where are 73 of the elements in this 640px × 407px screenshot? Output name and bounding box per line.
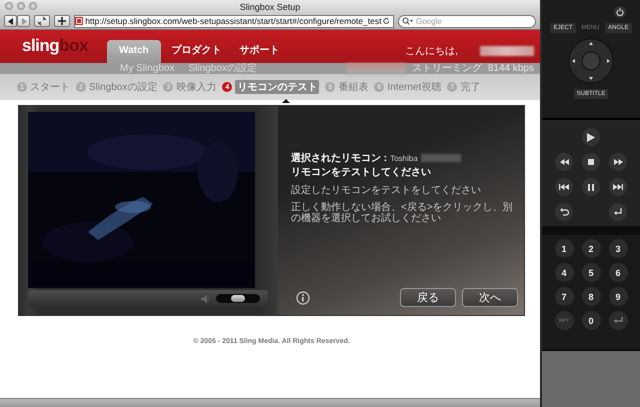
keypad-button[interactable]: 8 bbox=[582, 287, 600, 306]
nav-tab[interactable]: プロダクト bbox=[164, 39, 229, 63]
rewind-icon bbox=[560, 159, 568, 165]
step-label: Internet視聴 bbox=[387, 80, 442, 94]
next-button[interactable]: 次へ bbox=[462, 288, 518, 307]
step-label: 映像入力 bbox=[176, 80, 216, 94]
pause-icon bbox=[588, 184, 594, 190]
back-button[interactable]: 戻る bbox=[400, 288, 456, 307]
play-button[interactable] bbox=[582, 128, 600, 146]
volume-slider[interactable] bbox=[216, 294, 260, 303]
streaming-label: ストリーミング bbox=[412, 63, 482, 74]
add-bookmark-button[interactable] bbox=[54, 15, 70, 27]
reload-icon[interactable] bbox=[383, 17, 390, 25]
keypad-button[interactable]: 1 bbox=[554, 239, 574, 258]
skip-forward-icon bbox=[613, 184, 623, 190]
fast-forward-icon bbox=[614, 159, 622, 165]
power-icon bbox=[616, 8, 624, 16]
step-label: 完了 bbox=[460, 80, 480, 94]
keypad-button[interactable]: 6 bbox=[608, 263, 628, 282]
link-button[interactable] bbox=[34, 15, 50, 27]
stop-icon bbox=[588, 159, 594, 165]
back-arrow-icon bbox=[560, 208, 568, 216]
enter-button[interactable] bbox=[608, 311, 628, 330]
greeting: こんにちは, bbox=[405, 45, 458, 58]
nav-tab[interactable]: サポート bbox=[232, 39, 287, 63]
redacted-model bbox=[420, 154, 461, 162]
rewind-button[interactable] bbox=[555, 153, 573, 171]
instruction-text: 設定したリモコンをテストをしてください bbox=[291, 185, 482, 196]
search-field[interactable]: Google bbox=[398, 14, 536, 28]
site-icon bbox=[75, 16, 84, 26]
back-button[interactable] bbox=[555, 203, 573, 221]
step-label: 番組表 bbox=[338, 80, 368, 94]
speaker-icon bbox=[201, 294, 210, 302]
logo: slingbox bbox=[22, 36, 90, 56]
forward-button[interactable] bbox=[17, 15, 30, 27]
instruction-text: 正しく動作しない場合、<戻る>をクリックし、別の機器を選択してお試しください bbox=[291, 202, 514, 224]
right-arrow-icon bbox=[20, 18, 26, 24]
remote-label: 選択されたリモコン : bbox=[291, 152, 388, 165]
stop-button[interactable] bbox=[582, 153, 600, 171]
heading: リモコンをテストしてください bbox=[291, 166, 432, 179]
keypad-button[interactable]: 0 bbox=[582, 311, 600, 330]
keypad-button[interactable]: 7 bbox=[554, 287, 574, 306]
previous-button[interactable] bbox=[555, 178, 573, 196]
step-label: リモコンのテスト bbox=[235, 80, 320, 94]
return-button[interactable] bbox=[609, 203, 627, 221]
next-button[interactable] bbox=[609, 178, 627, 196]
keypad-button[interactable]: 2 bbox=[582, 239, 600, 258]
keypad-button[interactable]: 4 bbox=[554, 263, 574, 282]
keypad-button[interactable]: 9 bbox=[608, 287, 628, 306]
keypad-button[interactable]: 3 bbox=[608, 239, 628, 258]
link-icon bbox=[37, 16, 47, 26]
skip-back-icon bbox=[559, 184, 569, 190]
window-title: Slingbox Setup bbox=[240, 2, 300, 12]
return-icon bbox=[614, 208, 622, 216]
bitrate: 8144 kbps bbox=[488, 63, 534, 74]
direction-pad-icon bbox=[568, 38, 614, 84]
step-label: Slingboxの設定 bbox=[89, 80, 158, 94]
play-icon bbox=[587, 132, 595, 142]
power-button[interactable] bbox=[614, 6, 626, 18]
search-icon bbox=[402, 17, 413, 25]
address-field[interactable]: http://setup.slingbox.com/web-setupassistant/start/start#/configure/remote_test bbox=[74, 14, 394, 28]
left-arrow-icon bbox=[8, 18, 14, 24]
enter-icon bbox=[614, 317, 622, 324]
plus-icon bbox=[58, 17, 66, 25]
keypad-button[interactable]: 5 bbox=[582, 263, 600, 282]
step-label: スタート bbox=[30, 81, 70, 94]
remote-value: Toshiba bbox=[390, 154, 418, 162]
pause-button[interactable] bbox=[582, 178, 600, 196]
back-button[interactable] bbox=[4, 15, 17, 27]
redacted-area bbox=[346, 63, 406, 74]
redacted-name bbox=[480, 46, 534, 56]
info-icon[interactable] bbox=[296, 290, 310, 304]
fast-forward-button[interactable] bbox=[609, 153, 627, 171]
